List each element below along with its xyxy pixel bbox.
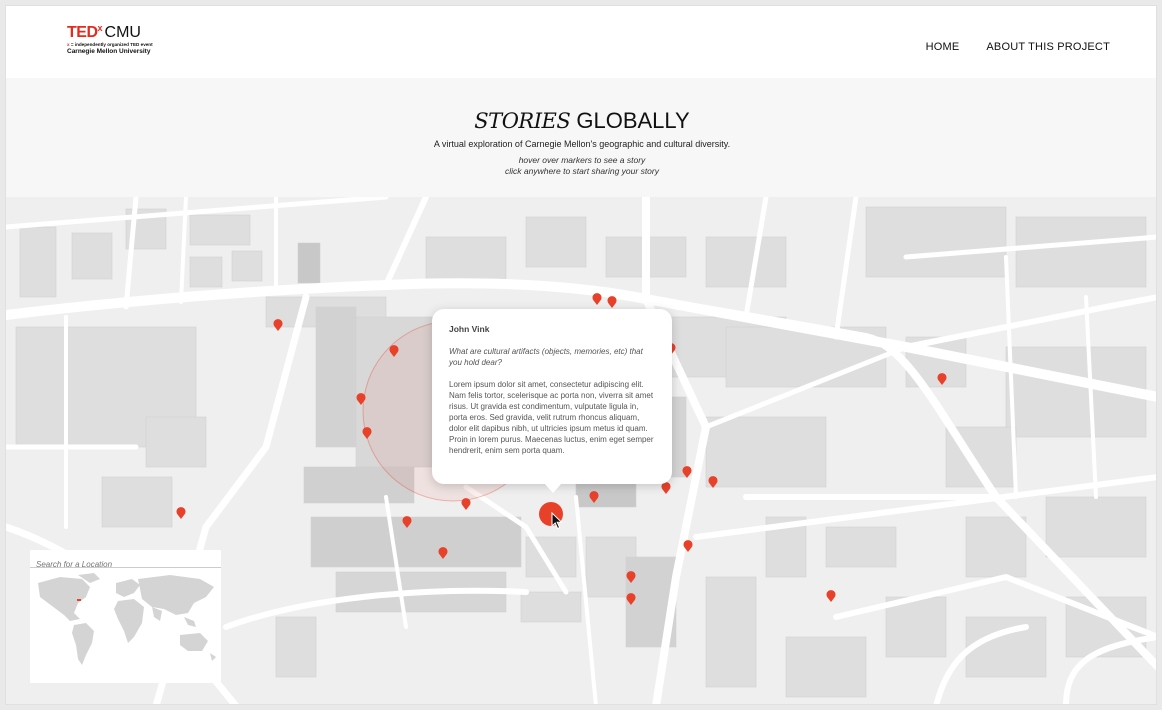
location-finder	[30, 550, 221, 683]
nav-home-link[interactable]: HOME	[926, 41, 960, 53]
map-pin-icon[interactable]	[682, 466, 692, 478]
map-pin-icon[interactable]	[626, 571, 636, 583]
map-pin-icon[interactable]	[592, 293, 602, 305]
story-popup: John Vink What are cultural artifacts (o…	[432, 309, 672, 493]
campus-map[interactable]: John Vink What are cultural artifacts (o…	[6, 197, 1156, 704]
logo-university: Carnegie Mellon University	[67, 48, 151, 55]
nav-about-link[interactable]: ABOUT THIS PROJECT	[986, 41, 1110, 53]
map-pin-icon[interactable]	[273, 319, 283, 331]
map-pin-icon[interactable]	[461, 498, 471, 510]
map-pin-icon[interactable]	[683, 540, 693, 552]
page-title: STORIES GLOBALLY	[6, 108, 1156, 134]
location-search-input[interactable]	[36, 560, 215, 569]
map-pin-icon[interactable]	[589, 491, 599, 503]
map-pin-icon[interactable]	[356, 393, 366, 405]
hint-click: click anywhere to start sharing your sto…	[504, 166, 659, 176]
logo-tagline: x = independently organized TED event	[67, 42, 177, 47]
tedx-cmu-logo[interactable]: TED x CMU x = independently organized TE…	[67, 23, 177, 59]
map-pin-icon[interactable]	[661, 482, 671, 494]
map-pin-icon[interactable]	[389, 345, 399, 357]
logo-wordmark: TED x CMU	[67, 23, 177, 41]
map-pin-icon[interactable]	[708, 476, 718, 488]
location-search	[30, 550, 221, 569]
logo-x: x	[97, 23, 103, 33]
map-pin-icon[interactable]	[607, 296, 617, 308]
minimap-location-marker	[77, 599, 81, 601]
map-pin-icon[interactable]	[176, 507, 186, 519]
story-body: Lorem ipsum dolor sit amet, consectetur …	[449, 380, 654, 455]
map-pin-icon[interactable]	[937, 373, 947, 385]
top-navbar: TED x CMU x = independently organized TE…	[6, 6, 1156, 78]
title-globally: GLOBALLY	[576, 108, 690, 133]
map-pin-icon[interactable]	[626, 593, 636, 605]
main-nav: HOME ABOUT THIS PROJECT	[926, 41, 1110, 53]
hero-header: STORIES GLOBALLY A virtual exploration o…	[6, 78, 1156, 197]
logo-ted: TED	[67, 24, 98, 41]
map-pin-icon[interactable]	[826, 590, 836, 602]
browser-frame: TED x CMU x = independently organized TE…	[5, 5, 1157, 705]
instructions: hover over markers to see a story click …	[6, 155, 1156, 177]
map-pin-icon[interactable]	[438, 547, 448, 559]
map-pin-icon[interactable]	[362, 427, 372, 439]
map-pin-icon[interactable]	[402, 516, 412, 528]
title-stories: STORIES	[474, 109, 571, 133]
hint-hover: hover over markers to see a story	[518, 155, 646, 165]
story-question: What are cultural artifacts (objects, me…	[449, 347, 643, 367]
world-minimap[interactable]	[30, 569, 221, 683]
story-author: John Vink	[449, 324, 490, 334]
active-marker[interactable]	[539, 502, 563, 526]
logo-cmu: CMU	[104, 24, 141, 41]
page-subtitle: A virtual exploration of Carnegie Mellon…	[433, 139, 731, 149]
logo-tagline-text: = independently organized TED event	[69, 42, 153, 47]
